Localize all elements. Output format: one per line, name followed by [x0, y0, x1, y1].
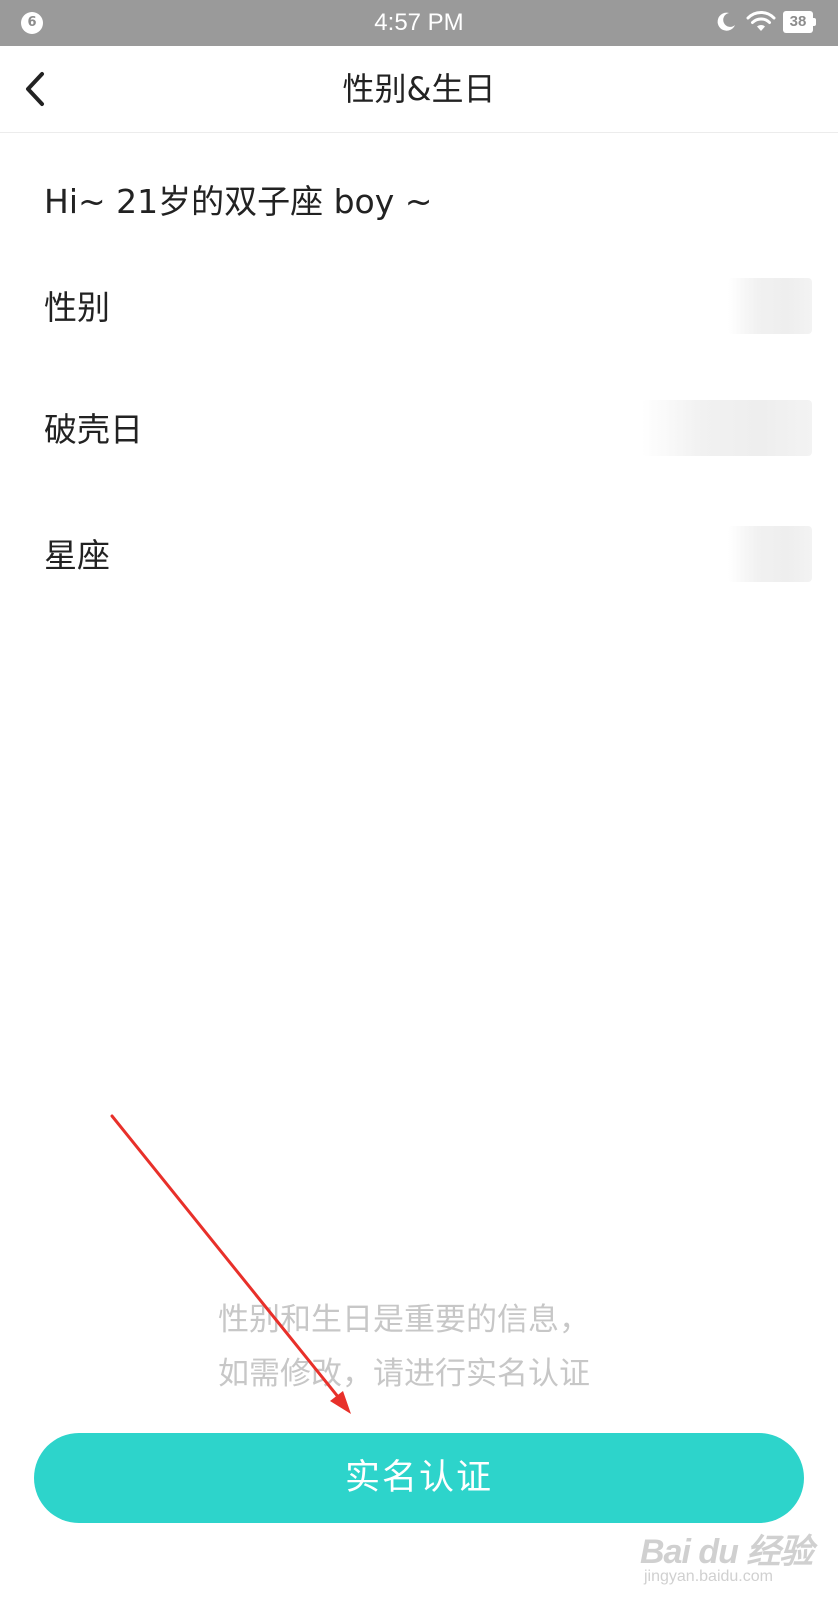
nav-bar: 性别&生日: [0, 46, 838, 133]
watermark-brand: Bai du 经验: [640, 1533, 813, 1571]
constellation-label: 星座: [44, 536, 110, 575]
status-bar: 6 4:57 PM 38: [0, 0, 838, 46]
constellation-value-blurred: [728, 526, 812, 582]
watermark-url: jingyan.baidu.com: [644, 1568, 773, 1585]
gender-label: 性别: [44, 288, 110, 327]
gender-row[interactable]: 性别: [0, 278, 838, 338]
battery-icon: 38: [783, 11, 817, 33]
screen: 6 4:57 PM 38 性别&生日 Hi~ 21岁的双子座 boy ~ 性别 …: [0, 0, 838, 1600]
page-title: 性别&生日: [342, 70, 496, 108]
status-time: 4:57 PM: [374, 9, 464, 36]
real-name-verify-button[interactable]: 实名认证: [34, 1433, 804, 1523]
baidu-watermark: Bai du 经验 jingyan.baidu.com: [640, 1524, 820, 1594]
birthday-row[interactable]: 破壳日: [0, 400, 838, 460]
notice-line-2: 如需修改，请进行实名认证: [218, 1356, 590, 1392]
gender-value-blurred: [728, 278, 812, 334]
verification-notice: 性别和生日是重要的信息， 如需修改，请进行实名认证: [218, 1293, 638, 1401]
greeting-text: Hi~ 21岁的双子座 boy ~: [44, 182, 433, 221]
battery-tip: [813, 18, 816, 26]
notice-line-1: 性别和生日是重要的信息，: [218, 1302, 590, 1338]
moon-icon: [717, 12, 735, 31]
battery-level: 38: [783, 11, 813, 33]
wifi-icon: [746, 11, 776, 31]
constellation-row[interactable]: 星座: [0, 526, 838, 586]
birthday-label: 破壳日: [44, 410, 143, 449]
birthday-value-blurred: [642, 400, 812, 456]
